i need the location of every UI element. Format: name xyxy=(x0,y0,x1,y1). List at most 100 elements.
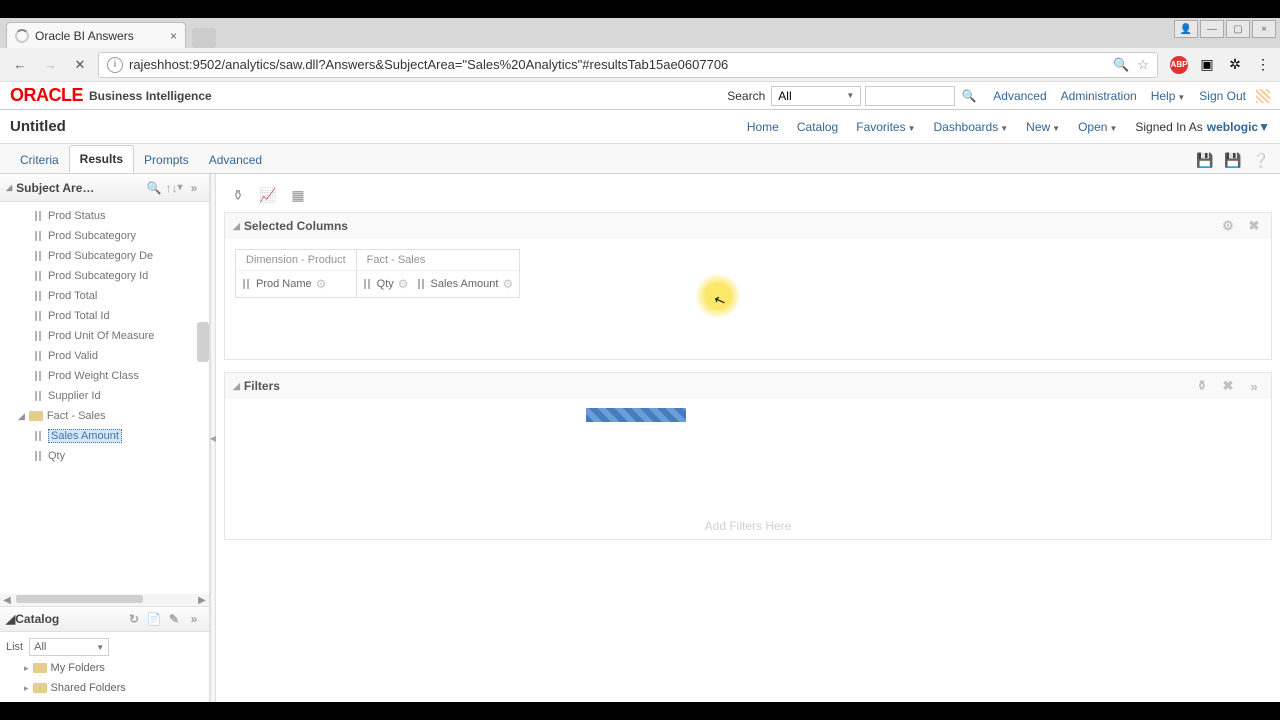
catalog-folder[interactable]: My Folders xyxy=(51,662,105,674)
sort-tree-icon[interactable]: ↑↓▾ xyxy=(165,179,183,197)
expand-pane-icon[interactable]: » xyxy=(1245,377,1263,395)
search-button[interactable]: 🔍 xyxy=(959,86,979,106)
tree-item[interactable]: Prod Subcategory Id xyxy=(48,270,148,282)
help-link[interactable]: Help▼ xyxy=(1151,89,1186,103)
column-icon xyxy=(34,430,44,442)
scrollbar[interactable] xyxy=(197,322,209,362)
catalog-copy-icon[interactable]: 📄 xyxy=(145,610,163,628)
chrome-menu-icon[interactable]: ⋮ xyxy=(1254,56,1272,74)
tree-item[interactable]: Prod Subcategory De xyxy=(48,250,153,262)
sub-header: Untitled Home Catalog Favorites▼ Dashboa… xyxy=(0,110,1280,144)
column-chip[interactable]: Prod Name xyxy=(256,278,312,290)
help-icon[interactable]: ❔ xyxy=(1252,151,1270,169)
collapse-icon[interactable]: ◢ xyxy=(233,381,240,392)
column-group-header: Fact - Sales xyxy=(357,250,520,271)
abp-extension-icon[interactable]: ABP xyxy=(1170,56,1188,74)
tree-item[interactable]: Prod Total xyxy=(48,290,97,302)
tree-item[interactable]: Supplier Id xyxy=(48,390,101,402)
search-tree-icon[interactable]: 🔍 xyxy=(145,179,163,197)
tree-folder[interactable]: Fact - Sales xyxy=(47,410,106,422)
signout-link[interactable]: Sign Out xyxy=(1199,89,1246,103)
dashboards-menu[interactable]: Dashboards▼ xyxy=(934,120,1009,134)
catalog-edit-icon[interactable]: ✎ xyxy=(165,610,183,628)
tree-item[interactable]: Prod Valid xyxy=(48,350,98,362)
collapse-icon[interactable]: ◢ xyxy=(233,221,240,232)
remove-columns-icon[interactable]: ✖ xyxy=(1245,217,1263,235)
gear-icon[interactable]: ⚙ xyxy=(316,277,327,291)
administration-link[interactable]: Administration xyxy=(1061,89,1137,103)
collapse-icon[interactable]: ◢ xyxy=(6,612,15,626)
remove-filter-icon[interactable]: ✖ xyxy=(1219,377,1237,395)
folder-icon xyxy=(29,411,43,421)
new-menu[interactable]: New▼ xyxy=(1026,120,1060,134)
expand-toggle-icon[interactable]: ▸ xyxy=(24,663,29,674)
right-pane: ⚱ 📈 ▦ ◢ Selected Columns ⚙ ✖ D xyxy=(216,174,1280,702)
tree-item[interactable]: Prod Weight Class xyxy=(48,370,139,382)
table-icon[interactable]: ▦ xyxy=(288,185,308,205)
stop-button[interactable]: ✕ xyxy=(68,53,92,77)
subject-area-tree[interactable]: Prod Status Prod Subcategory Prod Subcat… xyxy=(0,202,209,594)
tree-item-sales-amount[interactable]: Sales Amount xyxy=(48,429,122,443)
add-filter-icon[interactable]: ⚱ xyxy=(1193,377,1211,395)
filters-title: Filters xyxy=(244,379,280,393)
column-icon xyxy=(34,350,44,362)
tree-item[interactable]: Prod Unit Of Measure xyxy=(48,330,154,342)
column-icon xyxy=(34,230,44,242)
horizontal-scrollbar[interactable]: ◀▶ xyxy=(0,594,209,606)
collapse-icon[interactable]: ◢ xyxy=(6,183,12,192)
bookmark-star-icon[interactable]: ☆ xyxy=(1137,57,1149,73)
search-scope-dropdown[interactable]: All ▼ xyxy=(771,86,861,106)
catalog-folder[interactable]: Shared Folders xyxy=(51,682,126,694)
maximize-button[interactable]: ▢ xyxy=(1226,20,1250,38)
catalog-refresh-icon[interactable]: ↻ xyxy=(125,610,143,628)
minimize-button[interactable]: — xyxy=(1200,20,1224,38)
tree-item[interactable]: Prod Total Id xyxy=(48,310,110,322)
tab-advanced[interactable]: Advanced xyxy=(199,147,272,173)
chevron-down-icon: ▼ xyxy=(846,91,854,100)
tree-item[interactable]: Prod Status xyxy=(48,210,105,222)
tree-item[interactable]: Qty xyxy=(48,450,65,462)
site-info-icon[interactable]: i xyxy=(107,57,123,73)
tree-item[interactable]: Prod Subcategory xyxy=(48,230,136,242)
user-menu[interactable]: weblogic▼ xyxy=(1207,120,1270,134)
chevron-down-icon: ▼ xyxy=(1052,124,1060,133)
favorites-menu[interactable]: Favorites▼ xyxy=(856,120,915,134)
new-tab-button[interactable] xyxy=(192,28,216,48)
extension-icon-1[interactable]: ▣ xyxy=(1198,56,1216,74)
column-chip[interactable]: Qty xyxy=(377,278,394,290)
filter-icon[interactable]: ⚱ xyxy=(228,185,248,205)
url-input[interactable]: i rajeshhost:9502/analytics/saw.dll?Answ… xyxy=(98,52,1158,78)
save-icon[interactable]: 💾 xyxy=(1196,151,1214,169)
tab-criteria[interactable]: Criteria xyxy=(10,147,69,173)
chevron-down-icon: ▼ xyxy=(1258,120,1270,134)
edit-columns-icon[interactable]: ⚙ xyxy=(1219,217,1237,235)
list-label: List xyxy=(6,641,23,653)
close-tab-icon[interactable]: × xyxy=(170,29,177,43)
column-icon xyxy=(34,310,44,322)
back-button[interactable]: ← xyxy=(8,53,32,77)
selected-columns-section: ◢ Selected Columns ⚙ ✖ Dimension - Produ… xyxy=(224,212,1272,360)
open-menu[interactable]: Open▼ xyxy=(1078,120,1117,134)
extension-icon-2[interactable]: ✲ xyxy=(1226,56,1244,74)
gear-icon[interactable]: ⚙ xyxy=(398,277,409,291)
gear-icon[interactable]: ⚙ xyxy=(502,277,513,291)
grip-icon[interactable] xyxy=(1256,89,1270,103)
expand-pane-icon[interactable]: » xyxy=(185,179,203,197)
chart-icon[interactable]: 📈 xyxy=(258,185,278,205)
advanced-link[interactable]: Advanced xyxy=(993,89,1046,103)
search-input[interactable] xyxy=(865,86,955,106)
catalog-link[interactable]: Catalog xyxy=(797,120,838,134)
tab-prompts[interactable]: Prompts xyxy=(134,147,199,173)
column-chip[interactable]: Sales Amount xyxy=(431,278,499,290)
collapse-toggle-icon[interactable]: ◢ xyxy=(18,411,25,422)
home-link[interactable]: Home xyxy=(747,120,779,134)
expand-pane-icon[interactable]: » xyxy=(185,610,203,628)
search-in-page-icon[interactable]: 🔍 xyxy=(1113,57,1129,73)
browser-tab[interactable]: Oracle BI Answers × xyxy=(6,22,186,48)
close-window-button[interactable]: × xyxy=(1252,20,1276,38)
list-dropdown[interactable]: All ▼ xyxy=(29,638,109,656)
expand-toggle-icon[interactable]: ▸ xyxy=(24,683,29,694)
avatar-icon[interactable]: 👤 xyxy=(1174,20,1198,38)
save-as-icon[interactable]: 💾 xyxy=(1224,151,1242,169)
tab-results[interactable]: Results xyxy=(69,145,134,173)
